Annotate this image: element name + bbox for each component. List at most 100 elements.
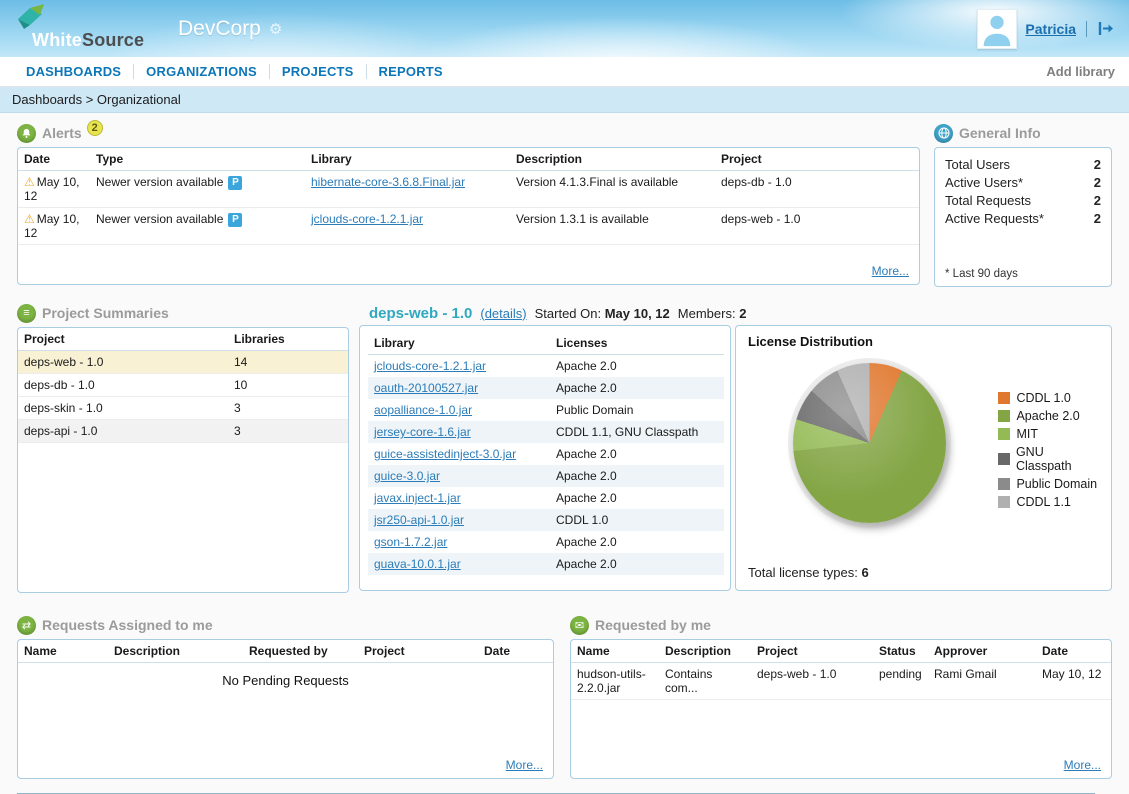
alert-type: Newer version available: [96, 212, 223, 226]
project-summaries-box: Project Libraries deps-web - 1.0 14 deps…: [17, 327, 349, 593]
project-name: deps-api - 1.0: [18, 420, 228, 443]
col-approver: Approver: [928, 640, 1036, 663]
license-distribution-title: License Distribution: [748, 334, 1099, 349]
details-link[interactable]: (details): [480, 306, 526, 321]
library-row: guice-3.0.jar Apache 2.0: [368, 465, 724, 487]
license-legend: CDDL 1.0 Apache 2.0 MIT GNU Classpath Pu…: [998, 391, 1099, 523]
requested-by-me-table: Name Description Project Status Approver…: [571, 640, 1111, 700]
legend-item: Public Domain: [998, 477, 1099, 491]
license-cell: Public Domain: [550, 399, 724, 421]
selected-project-title: deps-web - 1.0: [369, 305, 472, 322]
license-distribution-panel: License Distribution CDDL 1.0 Apache 2.0…: [735, 325, 1112, 591]
warning-icon: ⚠: [24, 175, 35, 189]
alerts-bell-icon: [17, 124, 36, 143]
legend-label: Public Domain: [1016, 477, 1097, 491]
whitesource-logo[interactable]: WhiteSource: [14, 3, 164, 55]
library-link[interactable]: guice-assistedinject-3.0.jar: [374, 447, 516, 461]
project-summaries-title: Project Summaries: [42, 305, 169, 321]
library-list-box: Library Licenses jclouds-core-1.2.1.jar …: [359, 325, 731, 591]
divider: [1086, 21, 1087, 37]
library-row: javax.inject-1.jar Apache 2.0: [368, 487, 724, 509]
user-name-link[interactable]: Patricia: [1025, 21, 1076, 37]
stat-label: Active Users*: [945, 174, 1023, 192]
col-description: Description: [510, 148, 715, 171]
total-license-types-label: Total license types:: [748, 565, 858, 580]
add-library-button[interactable]: Add library: [1046, 64, 1115, 79]
project-row-selected[interactable]: deps-web - 1.0 14: [18, 351, 348, 374]
project-row[interactable]: deps-skin - 1.0 3: [18, 397, 348, 420]
col-requested-by: Requested by: [243, 640, 358, 663]
legend-label: Apache 2.0: [1016, 409, 1079, 423]
alerts-more-link[interactable]: More...: [872, 264, 909, 278]
alert-description: Version 4.1.3.Final is available: [510, 171, 715, 208]
library-row: aopalliance-1.0.jar Public Domain: [368, 399, 724, 421]
project-row[interactable]: deps-api - 1.0 3: [18, 420, 348, 443]
library-link[interactable]: jsr250-api-1.0.jar: [374, 513, 464, 527]
request-name: hudson-utils-2.2.0.jar: [571, 663, 659, 700]
user-avatar[interactable]: [977, 9, 1017, 49]
project-detail-panel: deps-web - 1.0 (details) Started On: May…: [359, 301, 1112, 593]
alerts-panel: Alerts 2 Date Type Library Description P…: [17, 121, 920, 287]
nav-dashboards[interactable]: DASHBOARDS: [14, 64, 133, 79]
library-link[interactable]: guava-10.0.1.jar: [374, 557, 461, 571]
library-count: 10: [228, 374, 348, 397]
main-nav: DASHBOARDS ORGANIZATIONS PROJECTS REPORT…: [0, 57, 1129, 87]
library-link[interactable]: aopalliance-1.0.jar: [374, 403, 472, 417]
license-cell: Apache 2.0: [550, 355, 724, 377]
last-90-days-note: * Last 90 days: [945, 268, 1101, 280]
nav-reports[interactable]: REPORTS: [366, 64, 455, 79]
col-library: Library: [368, 332, 550, 355]
library-count: 3: [228, 397, 348, 420]
nav-organizations[interactable]: ORGANIZATIONS: [133, 64, 269, 79]
person-icon: [978, 10, 1016, 48]
stat-value: 2: [1094, 210, 1101, 228]
library-link[interactable]: jclouds-core-1.2.1.jar: [374, 359, 486, 373]
document-icon: ≡: [17, 304, 36, 323]
logout-icon[interactable]: [1097, 20, 1115, 37]
general-info-box: Total Users2 Active Users*2 Total Reques…: [934, 147, 1112, 287]
transfer-arrows-icon: ⇄: [17, 616, 36, 635]
settings-gear-icon[interactable]: ⚙: [269, 20, 282, 38]
library-link[interactable]: oauth-20100527.jar: [374, 381, 478, 395]
library-link[interactable]: jersey-core-1.6.jar: [374, 425, 471, 439]
alerts-table-box: Date Type Library Description Project ⚠M…: [17, 147, 920, 285]
stat-label: Active Requests*: [945, 210, 1044, 228]
alerts-count-badge: 2: [87, 120, 103, 136]
project-name: deps-db - 1.0: [18, 374, 228, 397]
project-name: deps-web - 1.0: [18, 351, 228, 374]
col-type: Type: [90, 148, 305, 171]
nav-projects[interactable]: PROJECTS: [269, 64, 366, 79]
stat-value: 2: [1094, 174, 1101, 192]
library-list-scroll-area[interactable]: jclouds-core-1.2.1.jar Apache 2.0 oauth-…: [368, 355, 724, 577]
library-link[interactable]: jclouds-core-1.2.1.jar: [311, 212, 423, 226]
requested-by-me-title: Requested by me: [595, 617, 711, 633]
project-summaries-table: Project Libraries deps-web - 1.0 14 deps…: [18, 328, 348, 443]
project-row[interactable]: deps-db - 1.0 10: [18, 374, 348, 397]
brand-white: White: [32, 30, 82, 50]
request-project: deps-web - 1.0: [751, 663, 873, 700]
brand-source: Source: [82, 30, 144, 50]
alert-project: deps-web - 1.0: [715, 208, 919, 245]
legend-swatch-cddl11: [998, 496, 1010, 508]
col-licenses: Licenses: [550, 332, 724, 355]
library-link[interactable]: gson-1.7.2.jar: [374, 535, 447, 549]
library-count: 14: [228, 351, 348, 374]
library-link[interactable]: guice-3.0.jar: [374, 469, 440, 483]
requested-by-me-box: Name Description Project Status Approver…: [570, 639, 1112, 779]
legend-swatch-gnu: [998, 453, 1009, 465]
alert-row: ⚠May 10, 12 Newer version availableP hib…: [18, 171, 919, 208]
col-library: Library: [305, 148, 510, 171]
library-link[interactable]: hibernate-core-3.6.8.Final.jar: [311, 175, 465, 189]
requests-assigned-more-link[interactable]: More...: [506, 758, 543, 772]
breadcrumb[interactable]: Dashboards > Organizational: [12, 92, 181, 107]
library-row: gson-1.7.2.jar Apache 2.0: [368, 531, 724, 553]
members-label: Members:: [678, 306, 736, 321]
library-link[interactable]: javax.inject-1.jar: [374, 491, 461, 505]
request-description: Contains com...: [659, 663, 751, 700]
alert-type: Newer version available: [96, 175, 223, 189]
col-date: Date: [478, 640, 553, 663]
alert-row: ⚠May 10, 12 Newer version availableP jcl…: [18, 208, 919, 245]
started-on-value: May 10, 12: [605, 306, 670, 321]
license-cell: CDDL 1.0: [550, 509, 724, 531]
requested-by-me-more-link[interactable]: More...: [1064, 758, 1101, 772]
